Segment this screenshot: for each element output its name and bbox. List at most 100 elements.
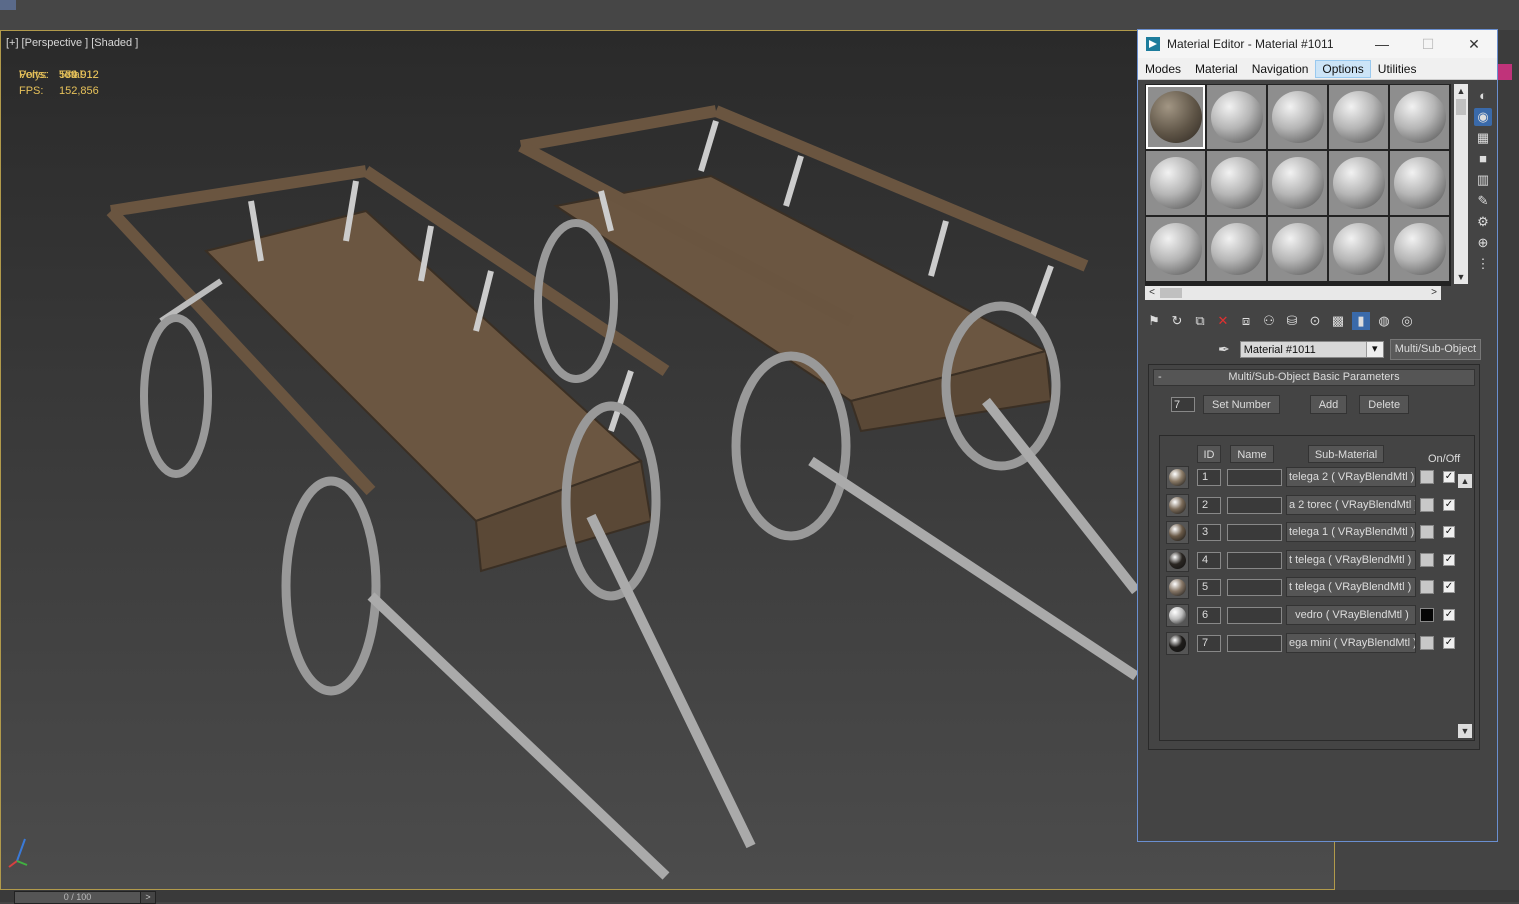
material-name-dropdown[interactable]: Material #1011 ▾ xyxy=(1239,341,1384,358)
sub-material-swatch[interactable] xyxy=(1166,549,1189,572)
sub-material-button[interactable]: telega 1 ( VRayBlendMtl ) xyxy=(1286,522,1416,542)
eyedropper-icon[interactable]: ✒ xyxy=(1218,341,1230,358)
sample-slot[interactable] xyxy=(1268,151,1327,215)
collapse-icon[interactable]: - xyxy=(1158,370,1162,385)
id-column-header[interactable]: ID xyxy=(1197,445,1221,463)
slots-horizontal-scrollbar[interactable]: < > xyxy=(1145,286,1441,300)
sample-slot[interactable] xyxy=(1329,85,1388,149)
name-column-header[interactable]: Name xyxy=(1230,445,1274,463)
sample-slot[interactable] xyxy=(1329,151,1388,215)
scroll-thumb[interactable] xyxy=(1456,99,1466,115)
sub-material-swatch[interactable] xyxy=(1166,466,1189,489)
sub-id-field[interactable]: 7 xyxy=(1197,635,1221,652)
sub-id-field[interactable]: 5 xyxy=(1197,579,1221,596)
reset-map-icon[interactable]: ✕ xyxy=(1214,312,1232,330)
sample-slot[interactable] xyxy=(1268,217,1327,281)
menu-options[interactable]: Options xyxy=(1315,59,1371,78)
make-unique-icon[interactable]: ⚇ xyxy=(1260,312,1278,330)
sample-slot[interactable] xyxy=(1390,85,1449,149)
make-preview-icon[interactable]: ✎ xyxy=(1474,192,1492,210)
sub-material-column-header[interactable]: Sub-Material xyxy=(1308,445,1384,463)
sub-color-swatch[interactable] xyxy=(1420,553,1434,567)
list-scroll-down-icon[interactable]: ▼ xyxy=(1458,724,1472,738)
sub-id-field[interactable]: 3 xyxy=(1197,524,1221,541)
material-id-channel-icon[interactable]: ⊙ xyxy=(1306,312,1324,330)
sub-id-field[interactable]: 6 xyxy=(1197,607,1221,624)
sub-color-swatch[interactable] xyxy=(1420,498,1434,512)
sample-slot[interactable] xyxy=(1207,217,1266,281)
material-type-button[interactable]: Multi/Sub-Object xyxy=(1389,339,1482,360)
sample-slot[interactable] xyxy=(1268,85,1327,149)
on-off-checkbox[interactable]: ✓ xyxy=(1443,637,1455,649)
material-count-field[interactable]: 7 xyxy=(1171,397,1195,412)
on-off-checkbox[interactable]: ✓ xyxy=(1443,499,1455,511)
sub-name-field[interactable] xyxy=(1227,497,1282,514)
sub-material-button[interactable]: t telega ( VRayBlendMtl ) xyxy=(1286,550,1416,570)
scroll-up-icon[interactable]: ▲ xyxy=(1454,84,1468,98)
sub-name-field[interactable] xyxy=(1227,552,1282,569)
close-button[interactable]: ✕ xyxy=(1451,36,1497,53)
perspective-viewport[interactable]: [+] [Perspective ] [Shaded ] Total Polys: 5… xyxy=(0,30,1335,890)
on-off-checkbox[interactable]: ✓ xyxy=(1443,471,1455,483)
add-button[interactable]: Add xyxy=(1309,395,1348,414)
maximize-button[interactable]: ☐ xyxy=(1405,36,1451,53)
sub-color-swatch[interactable] xyxy=(1420,636,1434,650)
put-to-library-icon[interactable]: ⛁ xyxy=(1283,312,1301,330)
sub-name-field[interactable] xyxy=(1227,635,1282,652)
sample-slot[interactable] xyxy=(1390,217,1449,281)
sub-id-field[interactable]: 2 xyxy=(1197,497,1221,514)
get-material-icon[interactable]: ⚑ xyxy=(1145,312,1163,330)
menu-utilities[interactable]: Utilities xyxy=(1371,60,1424,78)
sub-id-field[interactable]: 4 xyxy=(1197,552,1221,569)
sub-material-swatch[interactable] xyxy=(1166,521,1189,544)
sample-slot[interactable] xyxy=(1207,85,1266,149)
time-slider[interactable]: 0 / 100 xyxy=(14,891,141,904)
color-swatch[interactable] xyxy=(1498,64,1512,80)
set-number-button[interactable]: Set Number xyxy=(1203,395,1280,414)
options-icon[interactable]: ⚙ xyxy=(1474,213,1492,231)
scroll-left-icon[interactable]: < xyxy=(1145,286,1159,300)
slots-vertical-scrollbar[interactable]: ▲ ▼ xyxy=(1454,84,1468,284)
sub-color-swatch[interactable] xyxy=(1420,580,1434,594)
sub-color-swatch[interactable] xyxy=(1420,525,1434,539)
video-color-check-icon[interactable]: ▥ xyxy=(1474,171,1492,189)
select-by-material-icon[interactable]: ⊕ xyxy=(1474,234,1492,252)
on-off-checkbox[interactable]: ✓ xyxy=(1443,526,1455,538)
background-checker-icon[interactable]: ▦ xyxy=(1474,129,1492,147)
sub-id-field[interactable]: 1 xyxy=(1197,469,1221,486)
sample-slot[interactable] xyxy=(1207,151,1266,215)
sample-slot[interactable] xyxy=(1390,151,1449,215)
sub-material-swatch[interactable] xyxy=(1166,576,1189,599)
toolbar-button[interactable] xyxy=(0,0,16,10)
sample-type-icon[interactable]: ◐ xyxy=(1474,87,1492,105)
on-off-checkbox[interactable]: ✓ xyxy=(1443,554,1455,566)
sub-material-swatch[interactable] xyxy=(1166,632,1189,655)
sub-name-field[interactable] xyxy=(1227,524,1282,541)
assign-to-selection-icon[interactable]: ⧉ xyxy=(1191,312,1209,330)
sample-slot[interactable] xyxy=(1146,151,1205,215)
sub-color-swatch[interactable] xyxy=(1420,608,1434,622)
sub-material-button[interactable]: telega 2 ( VRayBlendMtl ) xyxy=(1286,467,1416,487)
sample-uv-tiling-icon[interactable]: ■ xyxy=(1474,150,1492,168)
sub-material-button[interactable]: a 2 torec ( VRayBlendMtl ) xyxy=(1286,495,1416,515)
scroll-down-icon[interactable]: ▼ xyxy=(1454,270,1468,284)
on-off-checkbox[interactable]: ✓ xyxy=(1443,609,1455,621)
delete-button[interactable]: Delete xyxy=(1359,395,1410,414)
menu-navigation[interactable]: Navigation xyxy=(1245,60,1316,78)
material-map-navigator-icon[interactable]: ⋮ xyxy=(1474,255,1492,273)
menu-modes[interactable]: Modes xyxy=(1138,60,1188,78)
sub-material-button[interactable]: vedro ( VRayBlendMtl ) xyxy=(1286,605,1416,625)
backlight-icon[interactable]: ◉ xyxy=(1474,108,1492,126)
sub-name-field[interactable] xyxy=(1227,579,1282,596)
time-next-arrow[interactable]: > xyxy=(140,891,156,904)
sub-material-button[interactable]: ega mini ( VRayBlendMtl ) xyxy=(1286,633,1416,653)
scroll-thumb[interactable] xyxy=(1160,288,1182,298)
menu-material[interactable]: Material xyxy=(1188,60,1245,78)
show-end-result-icon[interactable]: ▮ xyxy=(1352,312,1370,330)
copy-material-icon[interactable]: ⧈ xyxy=(1237,312,1255,330)
sample-slot[interactable] xyxy=(1146,85,1205,149)
show-shaded-material-icon[interactable]: ▩ xyxy=(1329,312,1347,330)
sub-material-swatch[interactable] xyxy=(1166,604,1189,627)
rollout-header[interactable]: - Multi/Sub-Object Basic Parameters xyxy=(1153,369,1475,386)
sub-material-button[interactable]: t telega ( VRayBlendMtl ) xyxy=(1286,577,1416,597)
